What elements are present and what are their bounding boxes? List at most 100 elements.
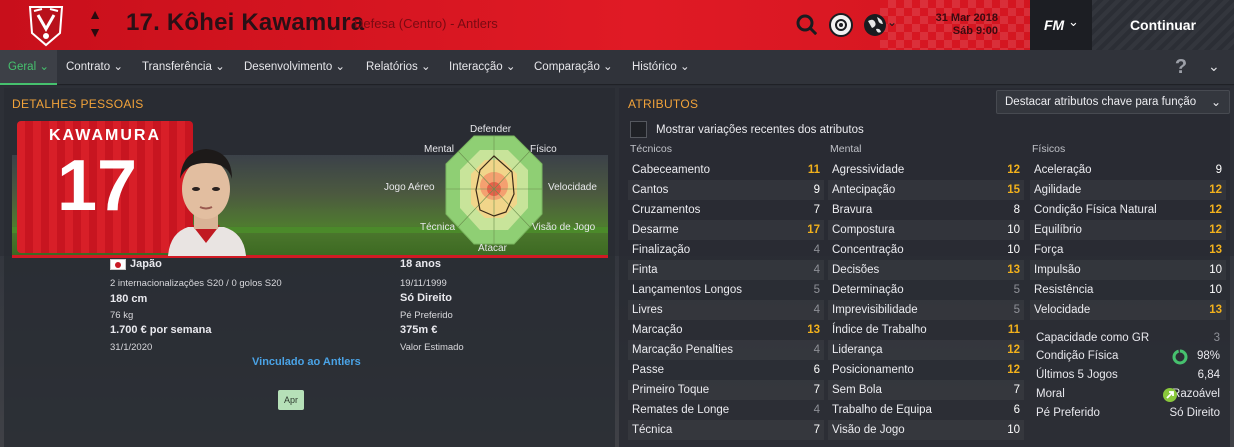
attribute-name: Agressividade — [832, 164, 905, 176]
condition-ring-icon — [1172, 349, 1188, 365]
attribute-row[interactable]: Técnica 7 — [628, 420, 824, 440]
attribute-value: 6 — [1013, 404, 1020, 416]
attribute-value: 8 — [1013, 204, 1020, 216]
attribute-name: Bravura — [832, 204, 873, 216]
attribute-row[interactable]: Bravura 8 — [828, 200, 1024, 220]
column-header-fisicos: Físicos — [1032, 143, 1066, 155]
attribute-name: Resistência — [1034, 284, 1094, 296]
player-photo — [168, 149, 246, 256]
attribute-row[interactable]: Visão de Jogo 10 — [828, 420, 1024, 440]
attribute-value: 7 — [813, 204, 820, 216]
attribute-row[interactable]: Sem Bola 7 — [828, 380, 1024, 400]
attribute-value: 12 — [1007, 364, 1020, 376]
attribute-row[interactable]: Índice de Trabalho 11 — [828, 320, 1024, 340]
attribute-value: 10 — [1007, 424, 1020, 436]
apr-button[interactable]: Apr — [278, 390, 304, 410]
tab-desenvolvimento[interactable]: Desenvolvimento ⌄ — [236, 50, 353, 85]
attribute-row[interactable]: Lançamentos Longos 5 — [628, 280, 824, 300]
attribute-row[interactable]: Cantos 9 — [628, 180, 824, 200]
height: 180 cm — [110, 293, 148, 305]
attribute-row[interactable]: Agilidade 12 — [1030, 180, 1226, 200]
attribute-row[interactable]: Concentração 10 — [828, 240, 1024, 260]
shirt-number: 17 — [56, 146, 138, 226]
attribute-value: 9 — [1215, 164, 1222, 176]
attribute-row[interactable]: Desarme 17 — [628, 220, 824, 240]
attribute-value: 12 — [1007, 164, 1020, 176]
club-crest-icon[interactable] — [20, 3, 72, 47]
help-icon[interactable]: ? — [1170, 56, 1192, 78]
tab-geral[interactable]: Geral ⌄ — [0, 50, 57, 85]
attribute-row[interactable]: Velocidade 13 — [1030, 300, 1226, 320]
date-of-birth: 19/11/1999 — [400, 278, 447, 289]
attribute-row[interactable]: Resistência 10 — [1030, 280, 1226, 300]
tab-comparacao[interactable]: Comparação ⌄ — [526, 50, 621, 85]
linked-club-link[interactable]: Vinculado ao Antlers — [252, 356, 361, 368]
show-variations-checkbox[interactable] — [630, 121, 647, 138]
attribute-row[interactable]: Finalização 4 — [628, 240, 824, 260]
attribute-name: Cruzamentos — [632, 204, 701, 216]
attribute-row[interactable]: Livres 4 — [628, 300, 824, 320]
player-subtitle[interactable]: Defesa (Centro) - Antlers — [354, 16, 498, 31]
summary-name: Condição Física — [1036, 350, 1119, 362]
attribute-row[interactable]: Impulsão 10 — [1030, 260, 1226, 280]
weight: 76 kg — [110, 310, 134, 321]
tab-relatorios[interactable]: Relatórios ⌄ — [358, 50, 439, 85]
attribute-row[interactable]: Aceleração 9 — [1030, 160, 1226, 180]
attribute-name: Passe — [632, 364, 664, 376]
next-player-chevron-icon[interactable]: ▼ — [86, 24, 104, 42]
attribute-row[interactable]: Condição Física Natural 12 — [1030, 200, 1226, 220]
globe-icon[interactable] — [862, 12, 888, 38]
tab-historico[interactable]: Histórico ⌄ — [624, 50, 698, 85]
attribute-row[interactable]: Liderança 12 — [828, 340, 1024, 360]
tab-contrato[interactable]: Contrato ⌄ — [58, 50, 131, 85]
attribute-row[interactable]: Compostura 10 — [828, 220, 1024, 240]
attribute-row[interactable]: Antecipação 15 — [828, 180, 1024, 200]
attribute-row[interactable]: Marcação Penalties 4 — [628, 340, 824, 360]
attribute-radar-chart: Defender Físico Velocidade Visão de Jogo… — [380, 122, 610, 257]
more-chevron-icon[interactable]: ⌄ — [1208, 58, 1220, 75]
attribute-row[interactable]: Equilíbrio 12 — [1030, 220, 1226, 240]
attribute-row[interactable]: Marcação 13 — [628, 320, 824, 340]
football-icon[interactable] — [828, 12, 854, 38]
preferred-foot-label: Pé Preferido — [400, 310, 453, 321]
attribute-name: Imprevisibilidade — [832, 304, 918, 316]
previous-player-chevron-icon[interactable]: ▲ — [86, 6, 104, 24]
summary-row: Condição Física 98% — [1032, 347, 1224, 366]
radar-label-mental: Mental — [424, 144, 455, 155]
attribute-row[interactable]: Cabeceamento 11 — [628, 160, 824, 180]
personal-details-title: DETALHES PESSOAIS — [12, 97, 144, 111]
tab-label: Interacção — [449, 61, 503, 73]
tab-transferencia[interactable]: Transferência ⌄ — [134, 50, 233, 85]
attribute-row[interactable]: Força 13 — [1030, 240, 1226, 260]
attribute-row[interactable]: Trabalho de Equipa 6 — [828, 400, 1024, 420]
attribute-name: Determinação — [832, 284, 904, 296]
chevron-down-icon: ⌄ — [420, 61, 431, 73]
globe-dropdown-chevron-icon[interactable]: ⌄ — [887, 15, 897, 29]
attribute-value: 4 — [813, 244, 820, 256]
tab-interaccao[interactable]: Interacção ⌄ — [441, 50, 524, 85]
attribute-row[interactable]: Decisões 13 — [828, 260, 1024, 280]
chevron-down-icon: ⌄ — [505, 61, 516, 73]
attribute-value: 12 — [1209, 204, 1222, 216]
continue-button-label: Continuar — [1129, 17, 1197, 33]
nationality[interactable]: Japão — [130, 258, 162, 270]
attribute-row[interactable]: Cruzamentos 7 — [628, 200, 824, 220]
attribute-row[interactable]: Posicionamento 12 — [828, 360, 1024, 380]
attribute-row[interactable]: Imprevisibilidade 5 — [828, 300, 1024, 320]
attribute-row[interactable]: Passe 6 — [628, 360, 824, 380]
highlight-attributes-dropdown[interactable]: Destacar atributos chave para função ⌄ — [996, 90, 1230, 114]
attribute-row[interactable]: Finta 4 — [628, 260, 824, 280]
attribute-row[interactable]: Determinação 5 — [828, 280, 1024, 300]
tab-label: Desenvolvimento — [244, 61, 333, 73]
radar-label-atacar: Atacar — [478, 243, 507, 254]
attribute-row[interactable]: Primeiro Toque 7 — [628, 380, 824, 400]
summary-value: 6,84 — [1197, 369, 1220, 381]
fm-menu-button[interactable]: FM ⌄ — [1030, 0, 1092, 50]
search-icon[interactable] — [794, 12, 820, 38]
attribute-row[interactable]: Agressividade 12 — [828, 160, 1024, 180]
attribute-name: Condição Física Natural — [1034, 204, 1157, 216]
show-variations-label[interactable]: Mostrar variações recentes dos atributos — [656, 124, 864, 136]
attribute-row[interactable]: Remates de Longe 4 — [628, 400, 824, 420]
continue-button[interactable]: Continuar — [1092, 0, 1234, 50]
game-date[interactable]: 31 Mar 2018 Sáb 9:00 — [926, 12, 998, 38]
